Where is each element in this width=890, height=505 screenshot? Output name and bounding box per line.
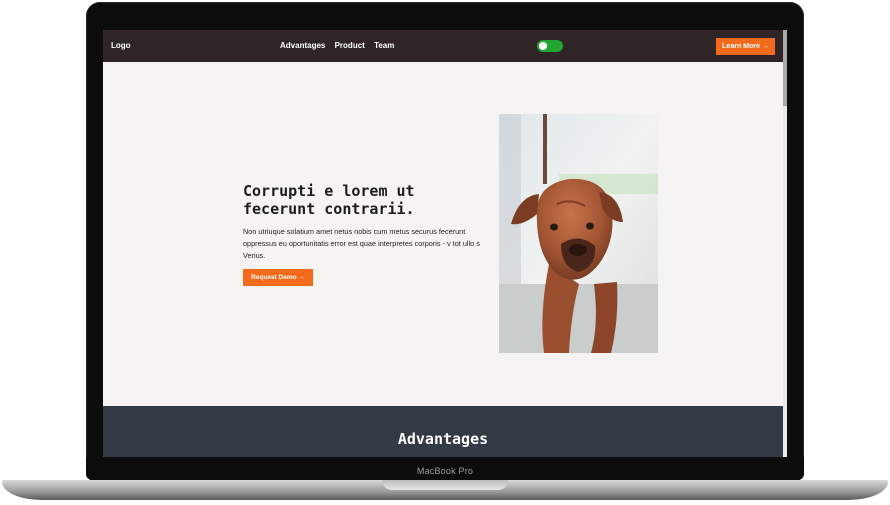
top-navbar: Logo Advantages Product Team Learn More … xyxy=(103,30,783,62)
request-demo-button[interactable]: Request Demo → xyxy=(243,269,313,286)
advantages-heading: Advantages xyxy=(397,430,489,448)
nav-links: Advantages Product Team xyxy=(280,41,401,50)
toggle-knob xyxy=(539,42,547,50)
laptop-brand-label: MacBook Pro xyxy=(416,466,474,476)
nav-link-product[interactable]: Product xyxy=(335,41,365,50)
dog-illustration xyxy=(499,114,658,353)
laptop-notch xyxy=(382,480,508,490)
learn-more-button[interactable]: Learn More → xyxy=(716,38,775,55)
laptop-screen: Logo Advantages Product Team Learn More … xyxy=(103,30,787,457)
nav-link-advantages[interactable]: Advantages xyxy=(280,41,325,50)
page-scrollbar[interactable] xyxy=(783,30,787,457)
hero-dog-image xyxy=(499,114,658,353)
site-logo[interactable]: Logo xyxy=(111,41,131,50)
hero-title: Corrupti e lorem ut fecerunt contrarii. xyxy=(243,182,415,218)
theme-toggle[interactable] xyxy=(537,40,563,52)
nav-link-team[interactable]: Team xyxy=(374,41,394,50)
scrollbar-thumb[interactable] xyxy=(783,30,787,106)
hero-description: Non utriuque solatium amet netus nobis c… xyxy=(243,227,480,260)
advantages-section: Advantages xyxy=(103,406,783,457)
